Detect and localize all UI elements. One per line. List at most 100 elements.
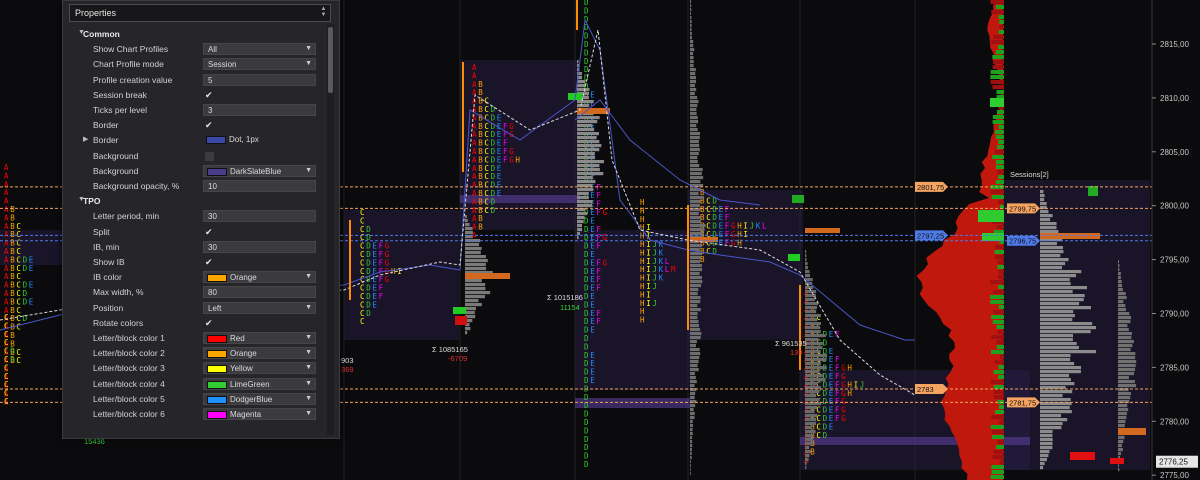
color-swatch	[206, 136, 226, 145]
property-row[interactable]: Background DarkSlateBlue ▼	[69, 164, 324, 179]
property-row[interactable]: Letter/block color 4 LimeGreen ▼	[69, 377, 324, 392]
price-tick-label: 2785,00	[1160, 363, 1189, 372]
property-row[interactable]: Letter/block color 6 Magenta ▼	[69, 407, 324, 422]
volume-bar	[690, 220, 702, 224]
property-row[interactable]: Chart Profile mode Session ▼	[69, 57, 324, 72]
property-category[interactable]: ▼ Common	[69, 27, 324, 42]
property-row[interactable]: Rotate colors ✔	[69, 316, 324, 331]
property-dropdown[interactable]: All ▼	[203, 43, 316, 56]
properties-panel[interactable]: Properties ▲ ▼ ▼ Common Show Chart Profiles…	[62, 0, 340, 439]
delta-bar	[998, 285, 1004, 289]
chevron-down-icon[interactable]: ▼	[305, 304, 312, 311]
chevron-down-icon[interactable]: ▼	[305, 410, 312, 417]
volume-bar	[1118, 320, 1131, 324]
property-row[interactable]: Background opacity, % 10	[69, 179, 324, 194]
property-row[interactable]: Profile creation value 5	[69, 73, 324, 88]
property-input[interactable]: 3	[203, 104, 316, 116]
volume-bar	[690, 36, 693, 40]
chart-annotation: Σ 1015186	[547, 293, 583, 302]
volume-bar	[1118, 468, 1120, 472]
property-dropdown[interactable]: Left ▼	[203, 301, 316, 314]
property-row[interactable]: Letter period, min 30	[69, 209, 324, 224]
property-dropdown[interactable]: Orange ▼	[203, 271, 316, 284]
property-row[interactable]: Position Left ▼	[69, 301, 324, 316]
property-row[interactable]: Border ✔	[69, 118, 324, 133]
delta-bar	[991, 10, 1004, 14]
property-dropdown[interactable]: DarkSlateBlue ▼	[203, 164, 316, 177]
properties-scrollbar-thumb[interactable]	[328, 27, 333, 93]
chevron-down-icon[interactable]: ▼	[305, 45, 312, 52]
property-input[interactable]: 30	[203, 240, 316, 253]
chevron-down-icon[interactable]: ▼	[305, 334, 312, 341]
property-checkbox[interactable]: ✔	[205, 90, 214, 100]
chevron-down-icon[interactable]: ▼	[305, 167, 312, 174]
property-row[interactable]: IB, min 30	[69, 240, 324, 255]
chevron-down-icon[interactable]: ▼	[305, 349, 312, 356]
property-row[interactable]: Letter/block color 2 Orange ▼	[69, 346, 324, 361]
price-tick-label: 2800,00	[1160, 202, 1189, 211]
property-row[interactable]: Letter/block color 5 DodgerBlue ▼	[69, 392, 324, 407]
color-swatch	[207, 380, 227, 389]
property-dropdown[interactable]: DodgerBlue ▼	[203, 392, 316, 405]
property-dropdown[interactable]: Dot, 1px	[203, 134, 316, 146]
chevron-down-icon[interactable]: ▼	[305, 395, 312, 402]
property-row[interactable]: Show Chart Profiles All ▼	[69, 42, 324, 57]
volume-bar	[690, 196, 704, 200]
property-dropdown[interactable]: Red ▼	[203, 332, 316, 344]
property-row[interactable]: Ticks per level 3	[69, 103, 324, 118]
volume-bar	[805, 302, 819, 306]
volume-bar	[690, 252, 703, 256]
property-value: Magenta	[230, 410, 262, 419]
delta-bar	[992, 290, 1004, 294]
volume-bar	[1118, 328, 1129, 332]
delta-bar	[978, 210, 1004, 222]
chevron-down-icon[interactable]: ▼	[305, 364, 312, 371]
property-dropdown[interactable]: Session ▼	[203, 58, 316, 71]
volume-bar	[1040, 218, 1051, 222]
delta-bar	[994, 360, 1004, 364]
property-row[interactable]: Letter/block color 1 Red ▼	[69, 331, 324, 346]
property-dropdown[interactable]: Magenta ▼	[203, 408, 316, 420]
property-dropdown[interactable]: LimeGreen ▼	[203, 377, 316, 390]
chevron-down-icon[interactable]: ▼	[305, 380, 312, 387]
tpo-letter: E	[719, 238, 724, 247]
property-input[interactable]: 10	[203, 180, 316, 192]
volume-bar	[690, 64, 694, 68]
scroll-arrows-icon[interactable]: ▲ ▼	[320, 6, 327, 20]
volume-bar	[1118, 340, 1134, 344]
delta-block	[455, 316, 467, 325]
property-dropdown[interactable]: Yellow ▼	[203, 362, 316, 375]
property-row[interactable]: IB color Orange ▼	[69, 270, 324, 285]
property-row[interactable]: Background	[69, 149, 324, 164]
property-category[interactable]: ▼ TPO	[69, 194, 324, 209]
volume-bar	[1118, 452, 1121, 456]
property-input[interactable]: 5	[203, 73, 316, 86]
property-checkbox[interactable]: ✔	[205, 258, 214, 267]
property-checkbox[interactable]: ✔	[205, 318, 214, 328]
property-input[interactable]: 30	[203, 210, 316, 223]
property-row[interactable]: ▶ Border Dot, 1px	[69, 133, 324, 148]
volume-bar	[805, 434, 813, 438]
property-row[interactable]: Session break ✔	[69, 88, 324, 103]
tpo-letter: E	[29, 297, 34, 306]
property-checkbox[interactable]	[205, 151, 214, 161]
property-row[interactable]: Letter/block color 3 Yellow ▼	[69, 361, 324, 376]
volume-bar	[1040, 326, 1097, 330]
expand-icon[interactable]: ▶	[83, 135, 88, 143]
property-input[interactable]: 80	[203, 286, 316, 299]
delta-bar	[992, 85, 1004, 89]
property-row[interactable]: Max width, % 80	[69, 285, 324, 300]
property-checkbox[interactable]: ✔	[205, 121, 214, 130]
property-checkbox[interactable]: ✔	[205, 227, 214, 237]
property-row[interactable]: Show IB ✔	[69, 255, 324, 270]
property-dropdown[interactable]: Orange ▼	[203, 347, 316, 360]
volume-bar	[577, 168, 600, 172]
tpo-letter: C	[706, 247, 711, 256]
volume-bar	[690, 160, 698, 164]
volume-bar	[1040, 346, 1079, 350]
property-row[interactable]: Split ✔	[69, 225, 324, 240]
volume-bar	[577, 192, 589, 196]
volume-bar	[1040, 242, 1057, 246]
chevron-down-icon[interactable]: ▼	[305, 60, 312, 67]
chevron-down-icon[interactable]: ▼	[305, 273, 312, 280]
